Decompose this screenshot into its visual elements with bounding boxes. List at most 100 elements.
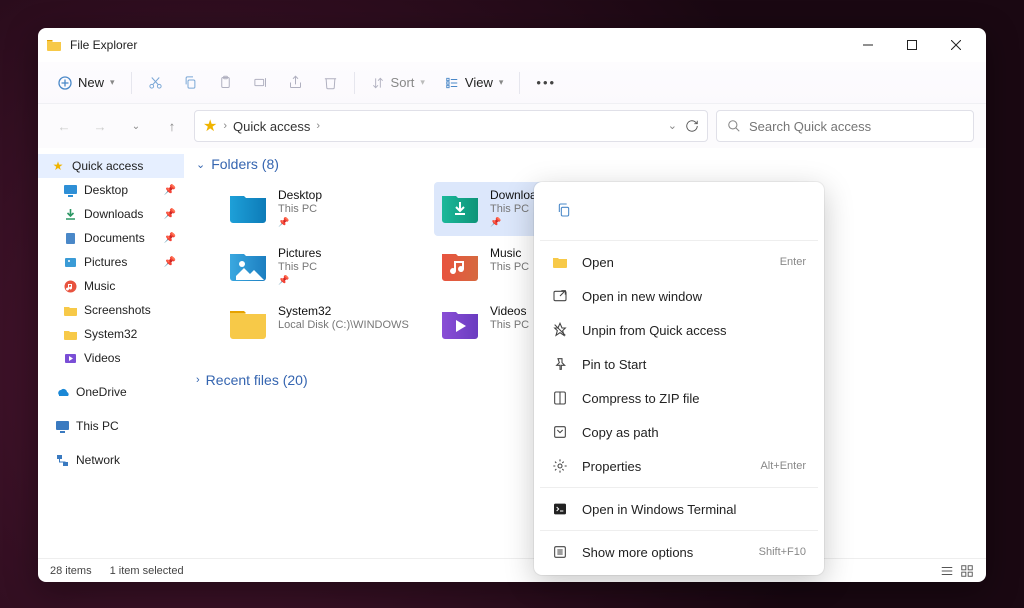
folder-pictures[interactable]: PicturesThis PC📌 [222, 240, 430, 294]
sidebar-item-quick-access[interactable]: ★ Quick access [38, 154, 184, 178]
back-button[interactable]: ← [50, 112, 78, 140]
chevron-right-icon: › [223, 120, 227, 132]
context-menu: OpenEnter Open in new window Unpin from … [534, 182, 824, 575]
sidebar-label: System32 [84, 327, 137, 341]
folders-section-header[interactable]: ⌄ Folders (8) [196, 152, 978, 176]
folder-system32[interactable]: System32Local Disk (C:)\WINDOWS [222, 298, 430, 352]
music-icon [62, 278, 78, 294]
folder-location: This PC [490, 261, 529, 273]
window-title: File Explorer [70, 38, 846, 52]
sort-button[interactable]: Sort ▾ [363, 67, 433, 99]
chevron-right-icon: › [196, 374, 200, 386]
ctx-label: Open in new window [582, 289, 702, 304]
sidebar-item-downloads[interactable]: Downloads 📌 [42, 202, 184, 226]
unpin-icon [552, 322, 568, 338]
pin-icon: 📌 [164, 257, 176, 268]
view-label: View [465, 75, 493, 90]
sidebar-label: Downloads [84, 207, 143, 221]
ctx-label: Properties [582, 459, 641, 474]
folder-icon [62, 326, 78, 342]
folder-name: Desktop [278, 188, 322, 202]
folder-icon [552, 254, 568, 270]
ctx-show-more[interactable]: Show more optionsShift+F10 [540, 535, 818, 569]
folder-name: System32 [278, 304, 409, 318]
star-icon: ★ [203, 116, 217, 136]
chevron-down-icon: ▾ [110, 77, 115, 88]
share-button[interactable] [280, 67, 311, 99]
ctx-compress[interactable]: Compress to ZIP file [540, 381, 818, 415]
ctx-label: Unpin from Quick access [582, 323, 727, 338]
sidebar-item-documents[interactable]: Documents📌 [42, 226, 184, 250]
address-bar[interactable]: ★ › Quick access › ⌄ [194, 110, 708, 142]
ctx-shortcut: Enter [780, 256, 806, 268]
view-button[interactable]: View ▾ [437, 67, 511, 99]
close-button[interactable] [934, 30, 978, 60]
ctx-copy-path[interactable]: Copy as path [540, 415, 818, 449]
folder-location: This PC [278, 203, 322, 215]
ctx-terminal[interactable]: Open in Windows Terminal [540, 492, 818, 526]
file-explorer-window: File Explorer New ▾ Sort ▾ View ▾ [38, 28, 986, 582]
sidebar-label: Screenshots [84, 303, 151, 317]
cut-button[interactable] [140, 67, 171, 99]
pin-icon: 📌 [164, 209, 176, 220]
new-window-icon [552, 288, 568, 304]
up-button[interactable]: ↑ [158, 112, 186, 140]
folder-desktop[interactable]: DesktopThis PC📌 [222, 182, 430, 236]
new-button[interactable]: New ▾ [50, 67, 123, 99]
sidebar-item-screenshots[interactable]: Screenshots [42, 298, 184, 322]
sidebar-item-music[interactable]: Music [42, 274, 184, 298]
sidebar: ★ Quick access Desktop📌 Downloads📌 Docum… [38, 148, 188, 558]
search-bar[interactable] [716, 110, 974, 142]
sidebar-item-network[interactable]: Network [42, 448, 184, 472]
ctx-label: Open in Windows Terminal [582, 502, 736, 517]
paste-button[interactable] [210, 67, 241, 99]
sidebar-label: Desktop [84, 183, 128, 197]
ctx-open[interactable]: OpenEnter [540, 245, 818, 279]
search-input[interactable] [749, 119, 963, 134]
ctx-pin-start[interactable]: Pin to Start [540, 347, 818, 381]
copy-path-icon [552, 424, 568, 440]
chevron-down-icon: ⌄ [196, 158, 205, 171]
minimize-button[interactable] [846, 30, 890, 60]
sidebar-label: Pictures [84, 255, 127, 269]
sidebar-label: Documents [84, 231, 145, 245]
ctx-label: Copy as path [582, 425, 659, 440]
chevron-right-icon: › [316, 120, 320, 132]
ctx-label: Pin to Start [582, 357, 646, 372]
forward-button[interactable]: → [86, 112, 114, 140]
navigation-bar: ← → ⌄ ↑ ★ › Quick access › ⌄ [38, 104, 986, 148]
pc-icon [54, 418, 70, 434]
sidebar-item-this-pc[interactable]: This PC [42, 414, 184, 438]
delete-button[interactable] [315, 67, 346, 99]
sidebar-item-pictures[interactable]: Pictures 📌 [42, 250, 184, 274]
chevron-down-icon[interactable]: ⌄ [668, 119, 677, 133]
sidebar-item-videos[interactable]: Videos [42, 346, 184, 370]
sort-label: Sort [391, 75, 415, 90]
folder-name: Videos [490, 304, 529, 318]
recent-locations-button[interactable]: ⌄ [122, 112, 150, 140]
more-button[interactable]: ••• [528, 67, 564, 99]
ctx-open-new-window[interactable]: Open in new window [540, 279, 818, 313]
pictures-icon [62, 254, 78, 270]
sidebar-item-desktop[interactable]: Desktop📌 [42, 178, 184, 202]
maximize-button[interactable] [890, 30, 934, 60]
sidebar-item-system32[interactable]: System32 [42, 322, 184, 346]
new-label: New [78, 75, 104, 90]
app-icon [46, 37, 62, 53]
rename-button[interactable] [245, 67, 276, 99]
ctx-unpin[interactable]: Unpin from Quick access [540, 313, 818, 347]
folder-location: Local Disk (C:)\WINDOWS [278, 319, 409, 331]
refresh-button[interactable] [685, 119, 699, 133]
sidebar-label: Music [84, 279, 115, 293]
ctx-label: Show more options [582, 545, 693, 560]
breadcrumb-current[interactable]: Quick access [233, 119, 310, 134]
zip-icon [552, 390, 568, 406]
properties-icon [552, 458, 568, 474]
ctx-copy-button[interactable] [548, 194, 580, 226]
ctx-properties[interactable]: PropertiesAlt+Enter [540, 449, 818, 483]
sidebar-label: OneDrive [76, 385, 127, 399]
details-view-button[interactable] [940, 564, 954, 578]
sidebar-item-onedrive[interactable]: OneDrive [42, 380, 184, 404]
copy-button[interactable] [175, 67, 206, 99]
large-icons-view-button[interactable] [960, 564, 974, 578]
